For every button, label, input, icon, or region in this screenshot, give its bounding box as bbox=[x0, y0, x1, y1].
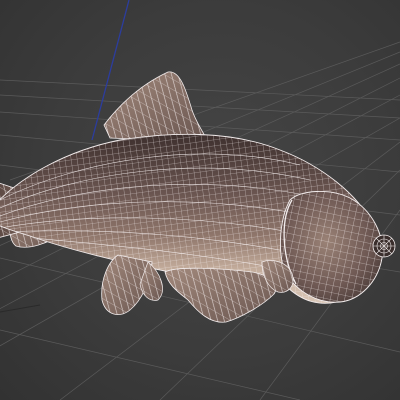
fish-eye[interactable] bbox=[372, 234, 396, 258]
viewport-canvas[interactable] bbox=[0, 0, 400, 400]
fish-anal-fin[interactable] bbox=[164, 267, 277, 323]
3d-viewport[interactable] bbox=[0, 0, 400, 400]
fish-head[interactable] bbox=[279, 190, 383, 303]
fish-dorsal-fin[interactable] bbox=[103, 71, 207, 141]
world-axis-x bbox=[0, 304, 41, 313]
